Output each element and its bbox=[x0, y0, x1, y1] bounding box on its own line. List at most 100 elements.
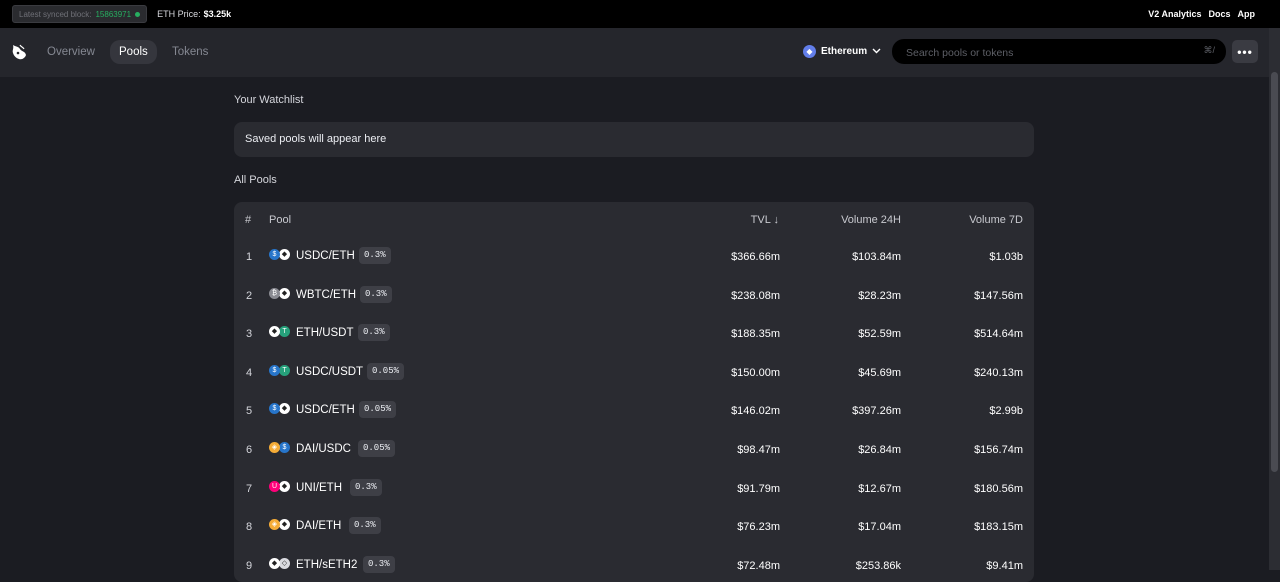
uni-icon: U bbox=[269, 480, 280, 492]
token-pair-icon: $ ◆ bbox=[269, 403, 291, 415]
fee-tier-badge: 0.3% bbox=[350, 478, 382, 496]
link-docs[interactable]: Docs bbox=[1208, 9, 1230, 19]
search-box[interactable]: ⌘/ bbox=[892, 39, 1226, 66]
pool-vol24h: $45.69m bbox=[858, 366, 901, 379]
block-number: 15863971 bbox=[95, 9, 132, 19]
pool-vol7d: $180.56m bbox=[974, 482, 1023, 495]
eth-icon: ◆ bbox=[279, 249, 290, 260]
pool-vol24h: $26.84m bbox=[858, 444, 901, 456]
top-info-bar: Latest synced block: 15863971 ETH Price:… bbox=[0, 0, 1280, 28]
pool-tvl: $238.08m bbox=[731, 289, 780, 302]
table-row[interactable]: 6 ◈ $ DAI/USDC 0.05% $98.47m $26.84m $156.74m bbox=[234, 431, 1034, 469]
fee-tier-badge: 0.05% bbox=[359, 401, 397, 419]
table-row[interactable]: 4 $ T USDC/USDT 0.05% $150.00m $45.69m $240.13m bbox=[234, 354, 1034, 392]
search-input[interactable] bbox=[904, 39, 1188, 66]
pool-tvl: $98.47m bbox=[737, 444, 780, 456]
scrollbar[interactable] bbox=[1269, 28, 1280, 570]
usdc-icon: $ bbox=[269, 403, 280, 415]
pool-tvl: $76.23m bbox=[737, 521, 780, 534]
pool-pair: DAI/USDC bbox=[296, 443, 351, 455]
pool-vol7d: $1.03b bbox=[989, 251, 1023, 263]
table-row[interactable]: 3 ◆ T ETH/USDT 0.3% $188.35m $52.59m $514.64m bbox=[234, 315, 1034, 353]
table-row[interactable]: 8 ◈ ◆ DAI/ETH 0.3% $76.23m $17.04m $183.15m bbox=[234, 508, 1034, 546]
token-pair-icon: ◆ T bbox=[269, 326, 291, 338]
watchlist-empty-box: Saved pools will appear here bbox=[234, 122, 1034, 157]
token-pair-icon: $ T bbox=[269, 364, 291, 376]
network-selector[interactable]: ◆ Ethereum bbox=[797, 39, 887, 63]
usdc-icon: $ bbox=[269, 364, 280, 376]
eth-icon: ◆ bbox=[269, 557, 280, 569]
pool-vol24h: $52.59m bbox=[858, 328, 901, 341]
row-index: 8 bbox=[246, 521, 253, 534]
eth-icon: ◆ bbox=[279, 519, 290, 531]
tab-pools[interactable]: Pools bbox=[110, 40, 157, 64]
row-index: 4 bbox=[246, 366, 253, 379]
pools-table: # Pool TVL ↓ Volume 24H Volume 7D 1 $ ◆ USD… bbox=[234, 202, 1034, 582]
pool-vol7d: $147.56m bbox=[974, 289, 1023, 302]
pool-vol24h: $397.26m bbox=[852, 405, 901, 418]
table-row[interactable]: 2 ₿ ◆ WBTC/ETH 0.3% $238.08m $28.23m $147.56m bbox=[234, 277, 1034, 315]
table-row[interactable]: 5 $ ◆ USDC/ETH 0.05% $146.02m $397.26m $2.99b bbox=[234, 392, 1034, 430]
pool-tvl: $91.79m bbox=[737, 482, 780, 495]
pool-tvl: $188.35m bbox=[731, 328, 780, 341]
pool-vol24h: $103.84m bbox=[852, 251, 901, 263]
pool-vol7d: $183.15m bbox=[974, 521, 1023, 534]
pool-pair: USDC/ETH bbox=[296, 250, 355, 262]
fee-tier-badge: 0.3% bbox=[359, 247, 391, 264]
eth-icon: ◆ bbox=[269, 326, 280, 338]
row-index: 2 bbox=[246, 289, 253, 302]
table-row[interactable]: 7 U ◆ UNI/ETH 0.3% $91.79m $12.67m $180.56m bbox=[234, 470, 1034, 508]
table-header: # Pool TVL ↓ Volume 24H Volume 7D bbox=[234, 202, 1034, 238]
col-volume-24h[interactable]: Volume 24H bbox=[841, 214, 901, 226]
dai-icon: ◈ bbox=[269, 442, 280, 453]
dai-icon: ◈ bbox=[269, 519, 280, 531]
top-links: V2 Analytics Docs App bbox=[1148, 0, 1255, 28]
sync-label: Latest synced block: bbox=[19, 9, 92, 19]
link-app[interactable]: App bbox=[1238, 9, 1256, 19]
col-tvl[interactable]: TVL ↓ bbox=[751, 214, 779, 226]
tab-tokens[interactable]: Tokens bbox=[163, 40, 217, 64]
eth-icon: ◆ bbox=[279, 287, 290, 299]
token-pair-icon: $ ◆ bbox=[269, 249, 291, 260]
uniswap-logo-icon[interactable] bbox=[10, 42, 28, 62]
pool-tvl: $146.02m bbox=[731, 405, 780, 418]
seth2-icon: ◇ bbox=[279, 557, 290, 569]
pool-pair: ETH/sETH2 bbox=[296, 558, 358, 571]
table-row[interactable]: 1 $ ◆ USDC/ETH 0.3% $366.66m $103.84m $1.03b bbox=[234, 238, 1034, 276]
eth-price-label: ETH Price: bbox=[157, 9, 201, 19]
pool-pair: USDC/USDT bbox=[296, 365, 364, 378]
pool-vol7d: $2.99b bbox=[989, 405, 1023, 418]
row-index: 7 bbox=[246, 482, 253, 495]
fee-tier-badge: 0.3% bbox=[360, 285, 392, 303]
eth-price-value: $3.25k bbox=[203, 9, 232, 19]
table-row[interactable]: 9 ◆ ◇ ETH/sETH2 0.3% $72.48m $253.86k $9.41m bbox=[234, 547, 1034, 582]
row-index: 3 bbox=[246, 328, 253, 341]
pool-vol7d: $156.74m bbox=[974, 444, 1023, 456]
usdt-icon: T bbox=[279, 326, 290, 338]
fee-tier-badge: 0.3% bbox=[358, 324, 390, 342]
eth-price: ETH Price: $3.25k bbox=[157, 9, 231, 19]
usdc-icon: $ bbox=[269, 249, 280, 260]
pool-pair: USDC/ETH bbox=[296, 404, 355, 417]
col-pool[interactable]: Pool bbox=[269, 214, 291, 226]
pool-vol7d: $514.64m bbox=[974, 328, 1023, 341]
more-menu-button[interactable]: ••• bbox=[1232, 40, 1258, 63]
row-index: 5 bbox=[246, 405, 253, 418]
navbar: Overview Pools Tokens ◆ Ethereum ⌘/ ••• bbox=[0, 28, 1280, 77]
pool-tvl: $150.00m bbox=[731, 366, 780, 379]
token-pair-icon: ◈ $ bbox=[269, 442, 291, 453]
fee-tier-badge: 0.05% bbox=[367, 362, 405, 380]
tab-overview[interactable]: Overview bbox=[38, 40, 104, 64]
sync-dot-icon bbox=[135, 11, 141, 17]
fee-tier-badge: 0.3% bbox=[349, 517, 381, 535]
row-index: 1 bbox=[246, 251, 253, 263]
pool-tvl: $366.66m bbox=[731, 251, 780, 263]
link-v2-analytics[interactable]: V2 Analytics bbox=[1148, 9, 1201, 19]
pool-vol24h: $12.67m bbox=[858, 482, 901, 495]
eth-icon: ◆ bbox=[279, 403, 290, 415]
scroll-thumb[interactable] bbox=[1271, 72, 1278, 472]
token-pair-icon: ◈ ◆ bbox=[269, 519, 291, 531]
token-pair-icon: U ◆ bbox=[269, 480, 291, 492]
search-shortcut: ⌘/ bbox=[1203, 45, 1215, 55]
col-volume-7d[interactable]: Volume 7D bbox=[969, 214, 1023, 226]
